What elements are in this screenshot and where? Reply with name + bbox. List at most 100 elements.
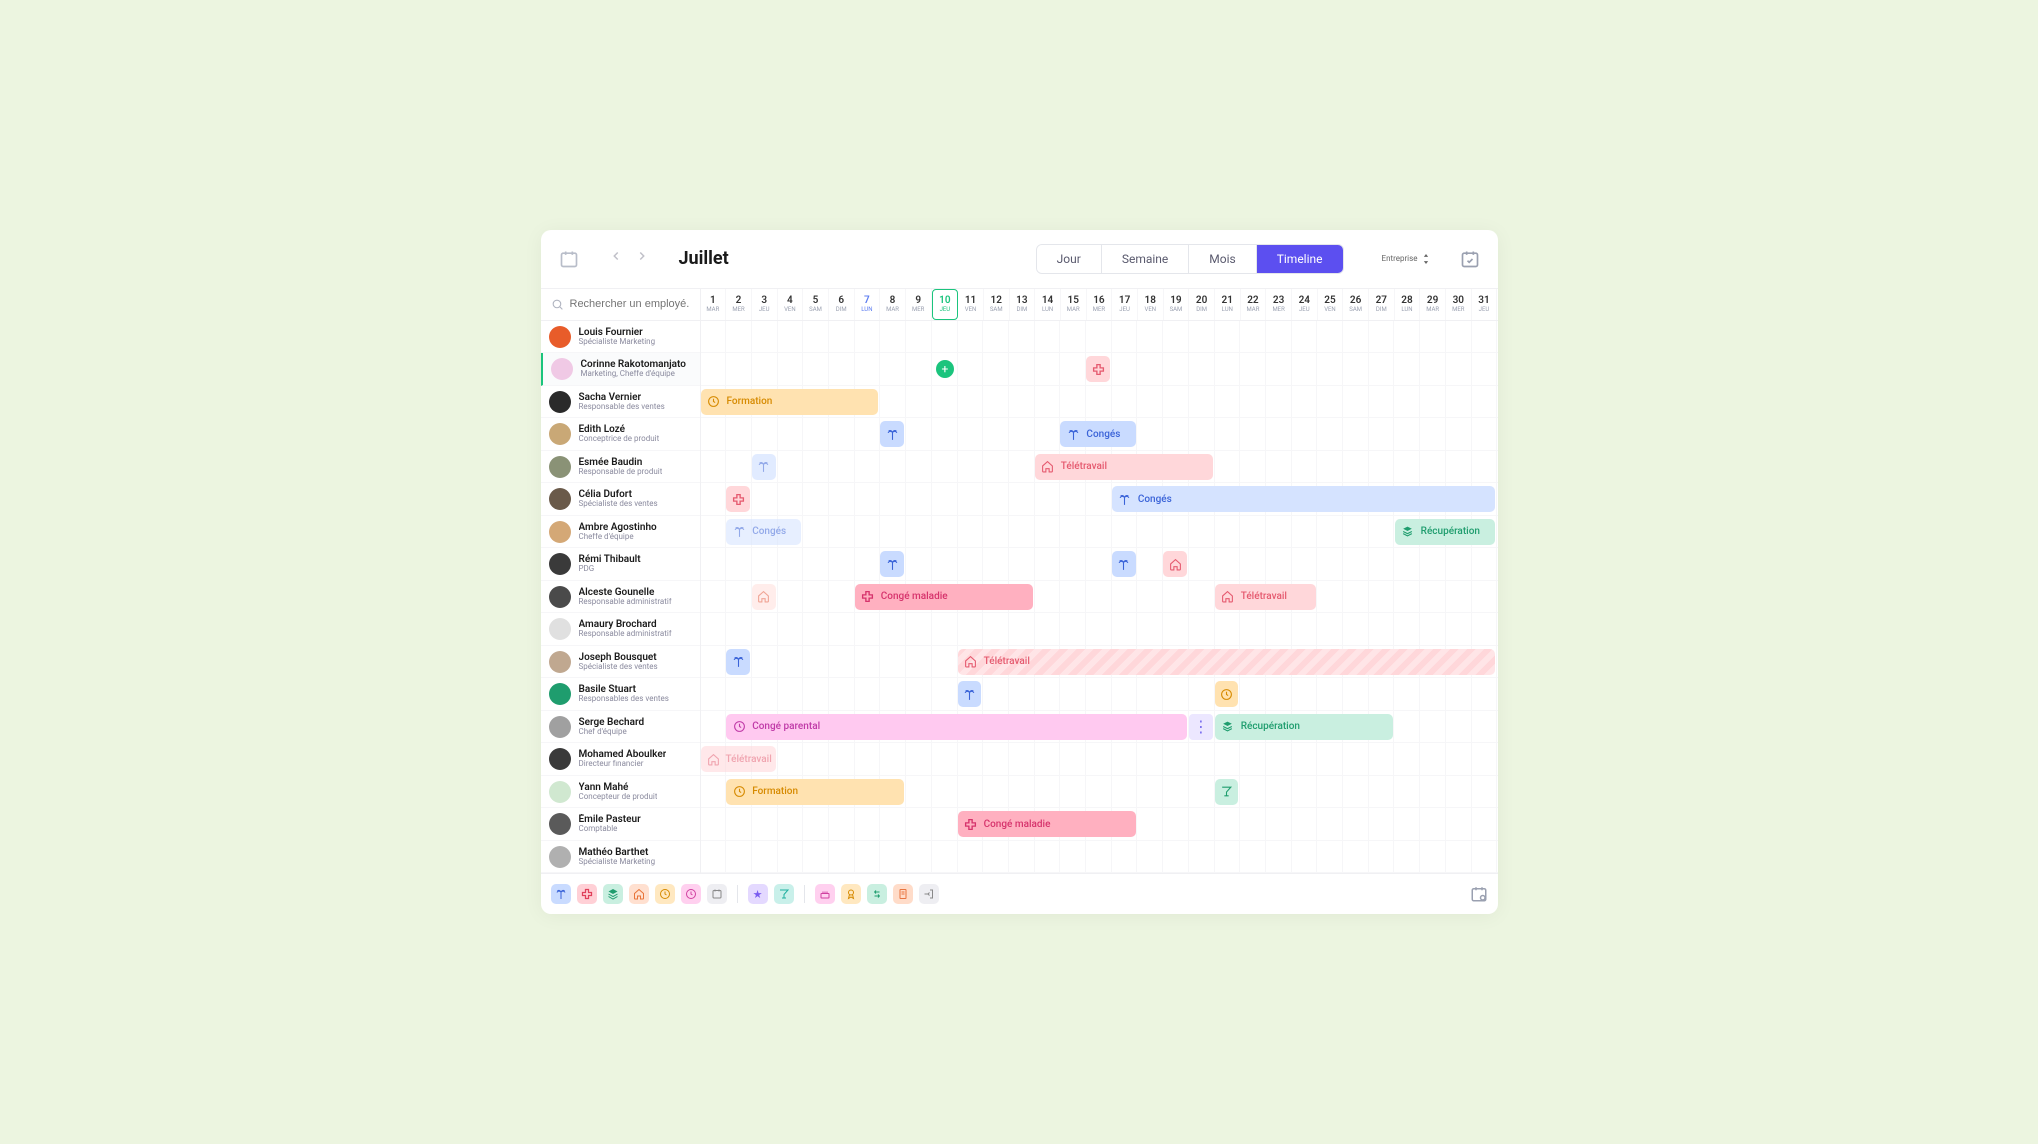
- day-header-cell[interactable]: 31JEU: [1472, 289, 1498, 320]
- employee-row[interactable]: Mathéo Barthet Spécialiste Marketing: [541, 841, 700, 874]
- calendar-sync-icon[interactable]: [1460, 249, 1480, 269]
- next-month-button[interactable]: [635, 249, 655, 269]
- event-bar[interactable]: Récupération: [1395, 519, 1496, 545]
- day-header-cell[interactable]: 10JEU: [932, 289, 959, 320]
- event-bar[interactable]: [880, 421, 904, 447]
- employee-row[interactable]: Esmée Baudin Responsable de produit: [541, 451, 700, 484]
- day-header-cell[interactable]: 4VEN: [778, 289, 804, 320]
- employee-row[interactable]: Joseph Bousquet Spécialiste des ventes: [541, 646, 700, 679]
- event-bar[interactable]: Formation: [726, 779, 904, 805]
- event-bar[interactable]: [1215, 779, 1239, 805]
- event-bar[interactable]: Congé maladie: [855, 584, 1033, 610]
- event-bar[interactable]: Télétravail: [1035, 454, 1213, 480]
- legend-star-icon[interactable]: ★: [748, 884, 768, 904]
- employee-row[interactable]: Serge Bechard Chef d'équipe: [541, 711, 700, 744]
- event-bar[interactable]: Congés: [1112, 486, 1496, 512]
- employee-row[interactable]: Mohamed Aboulker Directeur financier: [541, 743, 700, 776]
- day-header-cell[interactable]: 14LUN: [1035, 289, 1061, 320]
- event-bar[interactable]: [726, 649, 750, 675]
- day-header-cell[interactable]: 18VEN: [1138, 289, 1164, 320]
- day-header-cell[interactable]: 26SAM: [1343, 289, 1369, 320]
- employee-row[interactable]: Célia Dufort Spécialiste des ventes: [541, 483, 700, 516]
- day-header-cell[interactable]: 30MER: [1446, 289, 1472, 320]
- event-bar[interactable]: [1086, 356, 1110, 382]
- day-header-cell[interactable]: 23MER: [1266, 289, 1292, 320]
- legend-swap-icon[interactable]: [867, 884, 887, 904]
- day-header-cell[interactable]: 6DIM: [829, 289, 855, 320]
- employee-row[interactable]: Corinne Rakotomanjato Marketing, Cheffe …: [541, 353, 700, 386]
- day-header-cell[interactable]: 8MAR: [880, 289, 906, 320]
- legend-calendar-icon[interactable]: [707, 884, 727, 904]
- employee-row[interactable]: Émile Pasteur Comptable: [541, 808, 700, 841]
- legend-exit-icon[interactable]: [919, 884, 939, 904]
- legend-doc-icon[interactable]: [893, 884, 913, 904]
- event-bar[interactable]: Télétravail: [701, 746, 776, 772]
- employee-row[interactable]: Edith Lozé Conceptrice de produit: [541, 418, 700, 451]
- search-input[interactable]: [570, 298, 690, 310]
- view-month[interactable]: Mois: [1189, 245, 1256, 273]
- employee-row[interactable]: Basile Stuart Responsables des ventes: [541, 678, 700, 711]
- event-bar[interactable]: [1112, 551, 1136, 577]
- day-header-cell[interactable]: 19SAM: [1164, 289, 1190, 320]
- day-header-cell[interactable]: 20DIM: [1189, 289, 1215, 320]
- day-header-cell[interactable]: 22MAR: [1241, 289, 1267, 320]
- event-bar[interactable]: [752, 454, 776, 480]
- day-header-cell[interactable]: 7LUN: [855, 289, 881, 320]
- day-header-cell[interactable]: 29MAR: [1420, 289, 1446, 320]
- legend-palm-icon[interactable]: [551, 884, 571, 904]
- day-header-cell[interactable]: 9MER: [906, 289, 932, 320]
- day-header-cell[interactable]: 1MAR: [701, 289, 727, 320]
- event-bar[interactable]: Télétravail: [958, 649, 1496, 675]
- legend-clock-icon[interactable]: [655, 884, 675, 904]
- event-bar[interactable]: [726, 486, 750, 512]
- day-header-cell[interactable]: 17JEU: [1112, 289, 1138, 320]
- employee-row[interactable]: Sacha Vernier Responsable des ventes: [541, 386, 700, 419]
- drag-handle[interactable]: ⋮: [1189, 714, 1213, 740]
- day-header-cell[interactable]: 16MER: [1087, 289, 1113, 320]
- day-header-cell[interactable]: 24JEU: [1292, 289, 1318, 320]
- view-timeline[interactable]: Timeline: [1257, 245, 1343, 273]
- legend-clock2-icon[interactable]: [681, 884, 701, 904]
- scope-selector[interactable]: Entreprise: [1382, 254, 1430, 264]
- event-bar[interactable]: [958, 681, 982, 707]
- employee-row[interactable]: Yann Mahé Concepteur de produit: [541, 776, 700, 809]
- view-day[interactable]: Jour: [1037, 245, 1102, 273]
- day-header-cell[interactable]: 25VEN: [1318, 289, 1344, 320]
- day-header-cell[interactable]: 3JEU: [752, 289, 778, 320]
- day-header-cell[interactable]: 13DIM: [1010, 289, 1036, 320]
- prev-month-button[interactable]: [609, 249, 629, 269]
- day-header-cell[interactable]: 11VEN: [958, 289, 984, 320]
- event-bar[interactable]: Congés: [726, 519, 801, 545]
- event-bar[interactable]: Récupération: [1215, 714, 1393, 740]
- add-event-button[interactable]: +: [936, 360, 954, 378]
- legend-cake-icon[interactable]: [815, 884, 835, 904]
- legend-medical-icon[interactable]: [577, 884, 597, 904]
- legend-cocktail-icon[interactable]: [774, 884, 794, 904]
- employee-row[interactable]: Ambre Agostinho Cheffe d'équipe: [541, 516, 700, 549]
- event-bar[interactable]: [752, 584, 776, 610]
- event-bar[interactable]: Télétravail: [1215, 584, 1316, 610]
- day-header-cell[interactable]: 28LUN: [1395, 289, 1421, 320]
- day-header-cell[interactable]: 15MAR: [1061, 289, 1087, 320]
- day-header-cell[interactable]: 5SAM: [803, 289, 829, 320]
- employee-row[interactable]: Alceste Gounelle Responsable administrat…: [541, 581, 700, 614]
- calendar-settings-icon[interactable]: [1470, 885, 1488, 903]
- event-bar[interactable]: Congé parental: [726, 714, 1187, 740]
- legend-medal-icon[interactable]: [841, 884, 861, 904]
- event-bar[interactable]: Formation: [701, 389, 879, 415]
- day-header-cell[interactable]: 2MER: [726, 289, 752, 320]
- event-bar[interactable]: Congé maladie: [958, 811, 1136, 837]
- employee-row[interactable]: Louis Fournier Spécialiste Marketing: [541, 321, 700, 354]
- event-bar[interactable]: Congés: [1060, 421, 1135, 447]
- day-header-cell[interactable]: 12SAM: [984, 289, 1010, 320]
- day-header-cell[interactable]: 21LUN: [1215, 289, 1241, 320]
- view-week[interactable]: Semaine: [1102, 245, 1189, 273]
- employee-row[interactable]: Rémi Thibault PDG: [541, 548, 700, 581]
- event-bar[interactable]: [1215, 681, 1239, 707]
- employee-row[interactable]: Amaury Brochard Responsable administrati…: [541, 613, 700, 646]
- legend-layers-icon[interactable]: [603, 884, 623, 904]
- day-header-cell[interactable]: 27DIM: [1369, 289, 1395, 320]
- event-bar[interactable]: [1163, 551, 1187, 577]
- event-bar[interactable]: [880, 551, 904, 577]
- legend-home-icon[interactable]: [629, 884, 649, 904]
